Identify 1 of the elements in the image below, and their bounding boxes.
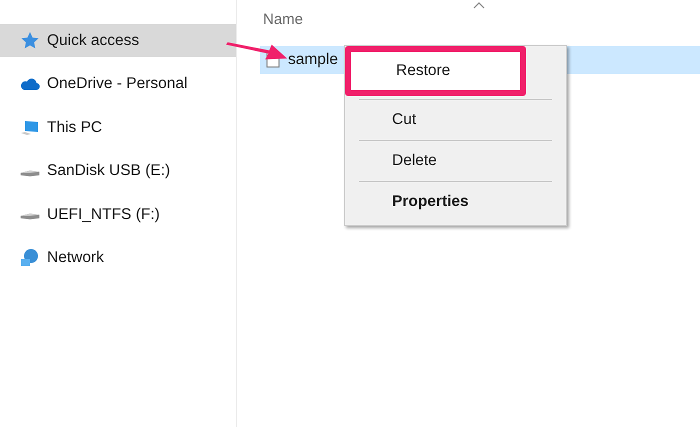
file-name: sample [288,51,338,69]
